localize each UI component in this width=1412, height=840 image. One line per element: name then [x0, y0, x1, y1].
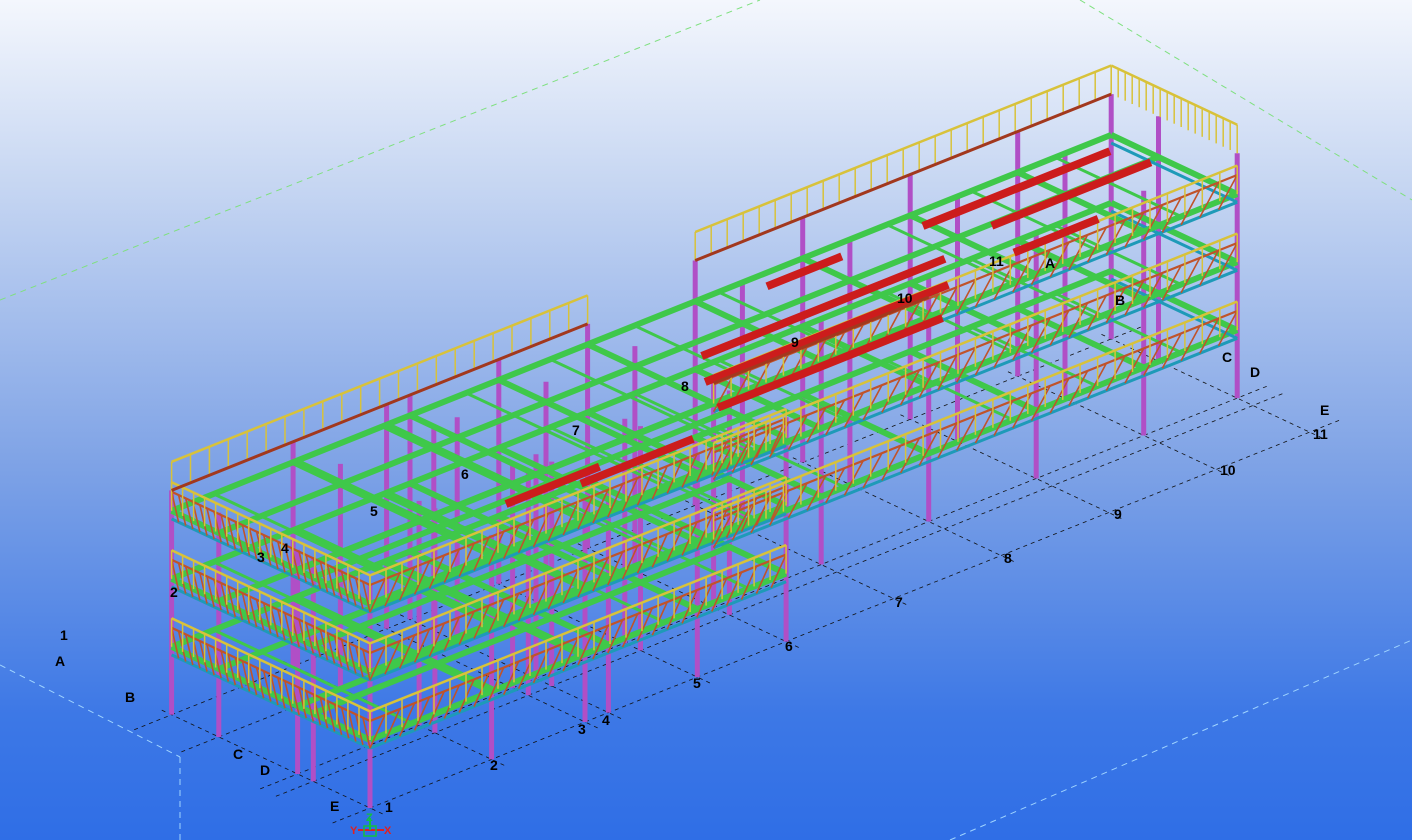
truss-web — [347, 574, 357, 606]
grid-label-interior-10: 10 — [897, 290, 913, 306]
steel-structure[interactable] — [169, 64, 1240, 809]
truss-web — [206, 576, 215, 608]
grid-label-interior-11: 11 — [989, 253, 1004, 269]
grid-label-left-1: 1 — [60, 627, 68, 643]
grid-label-interior-9: 9 — [791, 334, 799, 350]
grid-label-8: 8 — [1004, 550, 1012, 566]
truss-web — [227, 586, 237, 618]
truss-web — [206, 508, 215, 540]
grid-label-back-b: B — [1115, 292, 1125, 308]
grid-label-e: E — [330, 798, 339, 814]
gizmo-z-label: Z — [366, 812, 373, 824]
grid-label-back-c: C — [1222, 349, 1232, 365]
grid-label-10: 10 — [1220, 462, 1236, 478]
grid-label-c: C — [233, 746, 243, 762]
truss-web — [199, 640, 208, 672]
grid-line — [158, 708, 383, 815]
truss-web — [270, 674, 279, 706]
grid-label-a: A — [55, 653, 65, 669]
work-area-edge — [0, 664, 181, 758]
truss-web — [333, 704, 343, 735]
grid-label-9: 9 — [1114, 506, 1122, 522]
grid-label-interior-3: 3 — [257, 549, 265, 565]
beam — [1109, 132, 1239, 197]
grid-label-d: D — [260, 762, 270, 778]
grid-label-1: 1 — [385, 799, 393, 815]
axis-gizmo[interactable]: X Y Z — [350, 812, 392, 837]
grid-label-6: 6 — [785, 638, 793, 654]
truss-web — [248, 664, 258, 696]
grid-label-interior-6: 6 — [461, 466, 469, 482]
model-viewport[interactable]: 1 2 3 4 5 6 7 8 9 10 11 A B C D E 1 A B … — [0, 0, 1412, 840]
grid-label-back-a: A — [1045, 255, 1055, 271]
grid-label-interior-5: 5 — [370, 503, 378, 519]
grid-label-interior-8: 8 — [681, 378, 689, 394]
grid-label-5: 5 — [693, 675, 701, 691]
grid-label-4: 4 — [602, 712, 610, 728]
truss-web — [270, 606, 279, 638]
truss-web — [206, 644, 215, 676]
grid-label-interior-7: 7 — [572, 422, 580, 438]
truss-web — [270, 538, 279, 570]
gizmo-y-label: Y — [350, 825, 358, 837]
gizmo-x-label: X — [384, 825, 392, 837]
structural-model-scene[interactable]: 1 2 3 4 5 6 7 8 9 10 11 A B C D E 1 A B … — [0, 0, 1412, 840]
grid-label-2: 2 — [490, 757, 498, 773]
grid-label-interior-2: 2 — [170, 584, 178, 600]
grid-label-7: 7 — [895, 594, 903, 610]
truss-web — [347, 710, 357, 742]
truss-web — [284, 680, 293, 712]
truss-web — [347, 642, 357, 674]
work-area-edge — [949, 639, 1412, 840]
grid-label-back-e: E — [1320, 402, 1329, 418]
truss-web — [199, 504, 208, 536]
grid-label-11: 11 — [1313, 426, 1328, 442]
truss-web — [227, 518, 237, 550]
truss-web — [227, 654, 237, 686]
truss-web — [199, 572, 208, 604]
parapet-edge — [171, 322, 589, 492]
grid-label-b: B — [125, 689, 135, 705]
grid-label-3: 3 — [578, 721, 586, 737]
grid-label-back-d: D — [1250, 364, 1260, 380]
work-area-edge — [0, 0, 761, 301]
grid-label-interior-4: 4 — [281, 540, 289, 556]
